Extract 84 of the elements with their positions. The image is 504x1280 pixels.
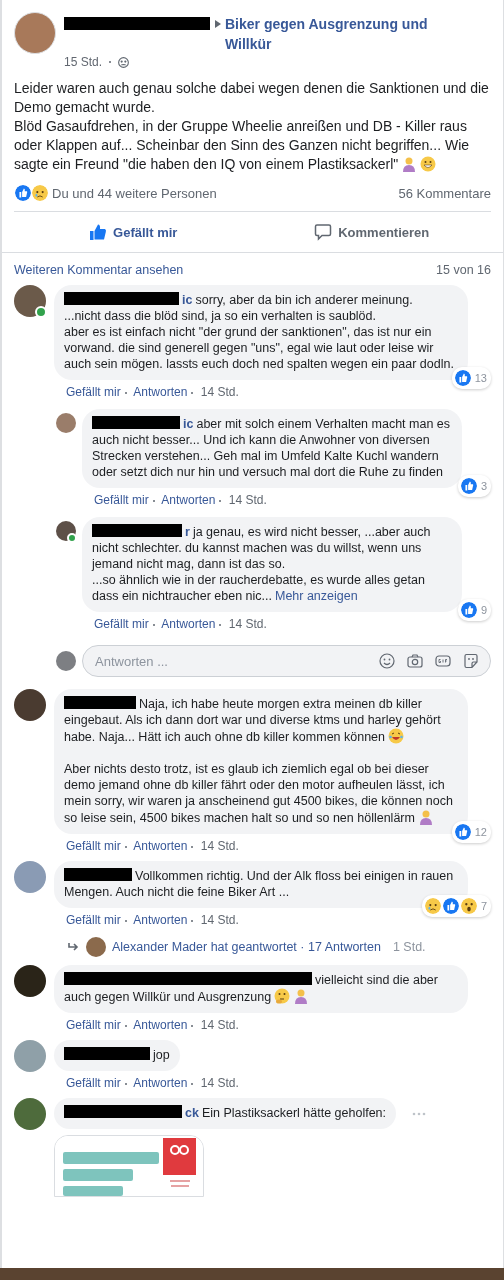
emoji-icon[interactable] (379, 653, 395, 669)
like-link[interactable]: Gefällt mir (66, 913, 121, 927)
author-name[interactable]: ck (185, 1106, 199, 1120)
thumbs-up-icon (89, 223, 108, 241)
user-avatar[interactable] (14, 689, 46, 721)
comment-time: 14 Std. (228, 493, 267, 507)
post-text: Blöd Gasaufdrehen, in der Gruppe Wheelie anreißen und DB - Killer raus oder Klappen auf... Scheinbar den Sinn des Ganzen nicht begriffen... Wie sagte ein Freund "die haben den IQ von einem Plastiksackerl" (14, 117, 471, 174)
reply-link[interactable]: Antworten (161, 617, 216, 631)
comment-button[interactable]: Kommentieren (252, 216, 491, 248)
like-link[interactable]: Gefällt mir (66, 385, 121, 399)
like-reaction-icon (453, 369, 472, 387)
reply-link[interactable]: Antworten (161, 493, 216, 507)
reaction-count: 12 (474, 826, 487, 838)
like-link[interactable]: Gefällt mir (94, 493, 149, 507)
user-avatar[interactable] (14, 965, 46, 997)
reply-arrow-icon (68, 942, 80, 952)
comment-text: ic aber mit solch einem Verhalten macht man es auch nicht besser... Und ich kann die Anwohner von diversen Strecken verstehen... Geh mal im Umfeld Kalte Kuchl wandern oder setzt dich nur hin und versuch mal dort die Ruhe zu finden (92, 416, 452, 480)
group-name[interactable]: Biker gegen Ausgrenzung und Willkür (225, 14, 440, 54)
comment-time: 14 Std. (200, 1076, 239, 1090)
reply-link[interactable]: Antworten (133, 1018, 188, 1032)
comment-text: Naja, ich habe heute morgen extra meinen db killer eingebaut. Als ich dann dort war und diverse ktms und harley gehört habe. Naja... Hätt ich auch ohne db killer kommen können (64, 696, 442, 745)
group-audience-icon (118, 56, 130, 68)
gif-icon[interactable] (435, 653, 451, 669)
reaction-count: 3 (480, 480, 487, 492)
sticker-icon[interactable] (463, 653, 479, 669)
reply-link[interactable]: Antworten (133, 1076, 188, 1090)
comment-text: ck Ein Plastiksackerl hätte geholfen: (64, 1105, 387, 1121)
post-time[interactable]: 15 Std. (64, 55, 103, 69)
author-name[interactable]: ic (183, 417, 194, 431)
like-reaction-icon (459, 477, 478, 495)
user-avatar[interactable] (14, 1098, 46, 1130)
like-link[interactable]: Gefällt mir (66, 1076, 121, 1090)
comment-time: 14 Std. (228, 617, 267, 631)
user-avatar (56, 651, 76, 671)
like-reaction-icon (453, 823, 472, 841)
like-link[interactable]: Gefällt mir (94, 617, 149, 631)
user-avatar (86, 937, 106, 957)
comment-text: r ja genau, es wird nicht besser, ...aber auch nicht schlechter. du kannst machen was du willst, wenn uns jemand nicht mag, dann ist das so. ...so ähnlich wie in der raucherdebatte, es wurde alles getan dass ein nichtraucher eben nic... Mehr anzeigen (92, 524, 432, 604)
smiley-icon (420, 156, 437, 172)
reaction-count: 9 (480, 604, 487, 616)
user-avatar[interactable] (56, 521, 76, 541)
like-reaction-icon (441, 897, 460, 915)
figure-icon (417, 809, 434, 825)
comment-time: 14 Std. (200, 1018, 239, 1032)
reply-link[interactable]: Antworten (133, 385, 188, 399)
comment-count[interactable]: 56 Kommentare (398, 185, 491, 201)
like-reaction-icon (459, 601, 478, 619)
comment-time: 14 Std. (200, 385, 239, 399)
comment-time: 14 Std. (200, 839, 239, 853)
redaction-bar (64, 696, 136, 709)
view-more-comments-link[interactable]: Weiteren Kommentar ansehen (14, 263, 184, 277)
figure-icon (293, 988, 310, 1004)
like-button[interactable]: Gefällt mir (14, 216, 253, 248)
reactions-summary[interactable]: Du und 44 weitere Personen (52, 185, 217, 201)
redaction-bar (64, 868, 132, 881)
reply-link[interactable]: Antworten (133, 913, 188, 927)
replies-link[interactable]: Alexander Mader hat geantwortet · 17 Antworten (112, 940, 381, 954)
caret-icon (215, 20, 221, 28)
author-name[interactable]: r (185, 525, 190, 539)
user-avatar[interactable] (14, 285, 46, 317)
like-link[interactable]: Gefällt mir (66, 839, 121, 853)
reply-time: 1 Std. (392, 940, 426, 954)
wow-reaction-icon (459, 897, 478, 915)
camera-icon[interactable] (407, 653, 423, 669)
reply-link[interactable]: Antworten (133, 839, 188, 853)
comment-text: vielleicht sind die aber auch gegen Willkür und Ausgrenzung (64, 972, 439, 1005)
comment-pagination: 15 von 16 (436, 263, 491, 277)
like-link[interactable]: Gefällt mir (66, 1018, 121, 1032)
comment-time: 14 Std. (200, 913, 239, 927)
reply-field[interactable]: Antworten ... (82, 645, 491, 677)
post-text: Leider waren auch genau solche dabei wegen denen die Sanktionen und die Demo gemacht wurde. (14, 79, 490, 117)
smiley-icon (388, 728, 405, 744)
speech-bubble-icon (314, 223, 333, 241)
smiley-icon (274, 988, 291, 1004)
reaction-count: 7 (480, 900, 487, 912)
author-name[interactable]: ic (182, 293, 193, 307)
sad-reaction-icon (31, 184, 49, 202)
see-more-link[interactable]: Mehr anzeigen (274, 589, 358, 603)
figure-icon (401, 156, 418, 172)
comment-text: Aber nichts desto trotz, ist es glaub ich ziemlich egal ob bei dieser demo jemand ohne db killer fährt oder den motor aufheulen lässt, ich mein sorry, wir waren ja anscheinend gut 4500 bikes, die können noch so leise sein, 4500 bikes machen halt so und so nen höllenlärm (64, 761, 454, 826)
reaction-count: 13 (474, 372, 487, 384)
like-reaction-icon (14, 184, 32, 202)
comment-text: jop (64, 1047, 170, 1063)
sad-reaction-icon (423, 897, 442, 915)
